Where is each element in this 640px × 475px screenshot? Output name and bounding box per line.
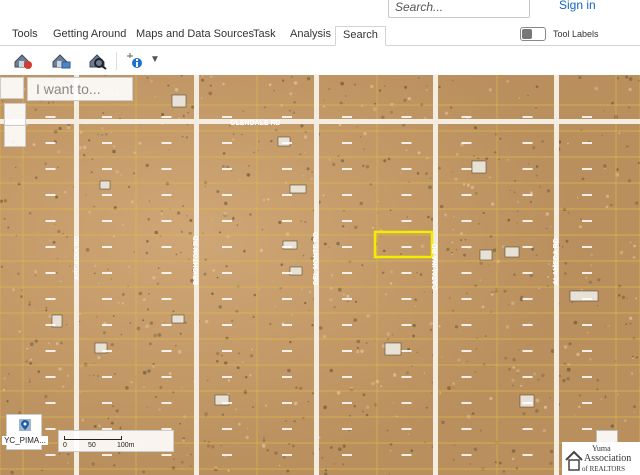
search-by-address-icon[interactable] bbox=[50, 50, 72, 70]
toolbar-separator bbox=[116, 52, 117, 70]
zoom-control[interactable] bbox=[4, 103, 26, 147]
search-input[interactable] bbox=[388, 0, 530, 18]
map-view[interactable]: GLENDALE RD ARCADIA RD BRIGHTON RD DEL M… bbox=[0, 75, 640, 475]
logo-line-2: Association bbox=[584, 453, 632, 464]
top-bar: Sign in bbox=[0, 0, 640, 24]
aerial-map: GLENDALE RD ARCADIA RD BRIGHTON RD DEL M… bbox=[0, 75, 640, 475]
tab-getting-around[interactable]: Getting Around bbox=[53, 28, 126, 40]
toolbar: ▼ bbox=[0, 46, 640, 74]
tab-analysis[interactable]: Analysis bbox=[290, 28, 331, 40]
scale-bar: 0 50 100m bbox=[58, 430, 174, 452]
road-label-delmonte: DEL MONTE RD bbox=[313, 232, 320, 285]
association-logo: Yuma Association of REALTORS bbox=[562, 442, 640, 475]
toggle-knob bbox=[522, 29, 532, 39]
tab-search[interactable]: Search bbox=[335, 26, 386, 46]
tab-maps-and-data-sources[interactable]: Maps and Data Sources bbox=[136, 28, 254, 40]
sign-in-link[interactable]: Sign in bbox=[559, 0, 596, 12]
road-label-brighton: BRIGHTON RD bbox=[193, 236, 200, 285]
identify-icon[interactable] bbox=[126, 50, 148, 70]
layer-label: YC_PIMA... bbox=[2, 436, 48, 445]
chevron-down-icon[interactable]: ▼ bbox=[150, 54, 160, 65]
scale-tick-50: 50 bbox=[88, 442, 96, 449]
tool-labels-label: Tool Labels bbox=[553, 29, 599, 39]
tool-labels-toggle[interactable] bbox=[520, 27, 546, 41]
i-want-to-input[interactable]: I want to... bbox=[27, 77, 133, 101]
tab-task[interactable]: Task bbox=[253, 28, 276, 40]
logo-line-1: Yuma bbox=[592, 444, 611, 453]
map-menu-button[interactable] bbox=[0, 77, 24, 99]
road-label-alameda: ALAMEDA RD bbox=[553, 238, 560, 285]
search-by-owner-icon[interactable] bbox=[87, 50, 109, 70]
scale-tick-0: 0 bbox=[63, 442, 67, 449]
logo-house-icon bbox=[565, 450, 583, 471]
scale-line bbox=[64, 436, 122, 440]
zoom-divider bbox=[5, 125, 25, 126]
road-label-catalina: CATALINA RD bbox=[432, 243, 439, 290]
search-by-parcel-icon[interactable] bbox=[12, 50, 34, 70]
tab-tools[interactable]: Tools bbox=[12, 28, 38, 40]
scale-tick-100: 100m bbox=[117, 442, 135, 449]
road-label-glendale: GLENDALE RD bbox=[230, 120, 281, 127]
map-pin-icon bbox=[19, 419, 31, 431]
logo-line-3: of REALTORS bbox=[582, 465, 625, 473]
road-label-arcadia: ARCADIA RD bbox=[74, 236, 81, 280]
app-root: Sign in Tools Getting Around Maps and Da… bbox=[0, 0, 640, 475]
